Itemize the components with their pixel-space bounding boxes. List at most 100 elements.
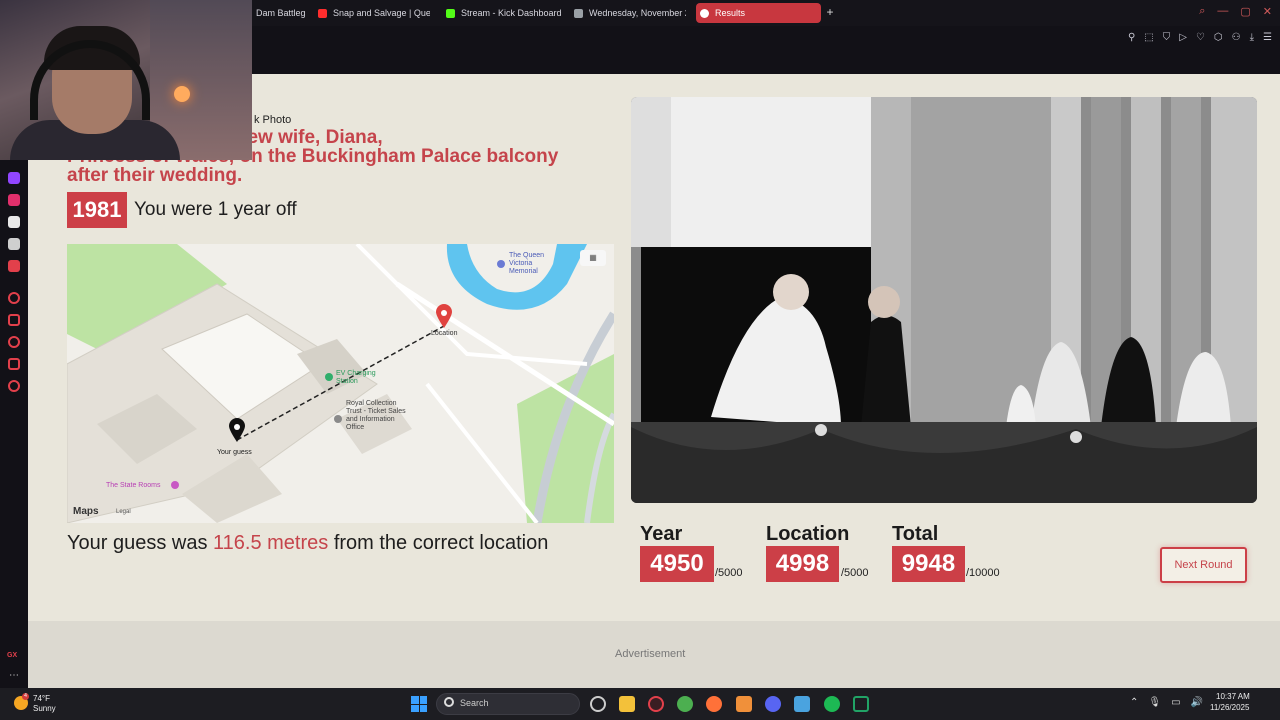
map-label-royal-collection: Royal Collection Trust - Ticket Sales an… bbox=[346, 400, 406, 431]
volume-icon[interactable]: 🔊 bbox=[1191, 697, 1203, 708]
profile-icon[interactable]: ⚇ bbox=[1232, 32, 1241, 43]
youtube-icon[interactable] bbox=[8, 260, 20, 272]
location-score-max: /5000 bbox=[841, 567, 869, 579]
distance-suffix: from the correct location bbox=[328, 532, 549, 554]
menu-icon[interactable]: ☰ bbox=[1263, 32, 1272, 43]
historic-photo bbox=[631, 97, 1257, 503]
app-icon[interactable] bbox=[736, 696, 752, 712]
window-controls: ⌕ — ▢ ✕ bbox=[1199, 5, 1272, 18]
tab-results[interactable]: Results bbox=[696, 3, 821, 23]
x-icon[interactable] bbox=[8, 238, 20, 250]
tab-label: Wednesday, November 2 bbox=[589, 8, 686, 18]
year-score-label: Year bbox=[640, 523, 683, 545]
obs-icon[interactable] bbox=[590, 696, 606, 712]
youtube-icon bbox=[318, 8, 327, 18]
browser-sidebar: GX ⋯ bbox=[0, 160, 28, 688]
search-tabs-icon[interactable]: ⌕ bbox=[1199, 5, 1205, 18]
opera-gx-icon[interactable] bbox=[648, 696, 664, 712]
distance-result: Your guess was 116.5 metres from the cor… bbox=[67, 533, 627, 554]
tab-label: Results bbox=[715, 8, 746, 18]
history-icon[interactable] bbox=[8, 336, 20, 348]
year-score-value: 4950 bbox=[640, 546, 714, 582]
microphone-icon[interactable]: 🎙 bbox=[1148, 697, 1161, 708]
gx-icon[interactable]: GX bbox=[7, 652, 17, 659]
distance-value: 116.5 metres bbox=[213, 532, 329, 554]
chrome-icon[interactable] bbox=[677, 696, 693, 712]
map-label-state-rooms: The State Rooms bbox=[106, 482, 161, 489]
tab-label: Dam Battleg bbox=[256, 8, 306, 18]
apple-maps-logo: Maps bbox=[73, 506, 99, 517]
instagram-icon[interactable] bbox=[8, 194, 20, 206]
tab-snap-and-salvage[interactable]: Snap and Salvage | Ques bbox=[314, 3, 430, 23]
photo-image bbox=[631, 97, 1257, 503]
close-icon[interactable]: ✕ bbox=[1263, 5, 1272, 18]
maximize-icon[interactable]: ▢ bbox=[1240, 5, 1250, 18]
distance-prefix: Your guess was bbox=[67, 532, 214, 554]
download-icon[interactable]: ⤓ bbox=[1250, 32, 1254, 43]
location-score-value: 4998 bbox=[766, 546, 839, 582]
taskbar-date[interactable]: 11/26/2025 bbox=[1210, 703, 1249, 712]
photo-source: k Photo bbox=[254, 114, 292, 126]
caption-line: after their wedding. bbox=[67, 165, 243, 186]
settings-icon[interactable] bbox=[8, 380, 20, 392]
tab-label: Stream - Kick Dashboard bbox=[461, 8, 562, 18]
advertisement-label: Advertisement bbox=[615, 648, 686, 660]
map-label-your-guess: Your guess bbox=[217, 449, 252, 456]
tiktok-icon[interactable] bbox=[8, 216, 20, 228]
tab-kick-dashboard[interactable]: Stream - Kick Dashboard bbox=[442, 3, 562, 23]
weather-temp[interactable]: 74°F bbox=[33, 694, 50, 703]
year-result-text: You were 1 year off bbox=[134, 199, 297, 220]
extensions-icon[interactable]: ⬡ bbox=[1214, 32, 1223, 43]
tab-wednesday-november[interactable]: Wednesday, November 2 bbox=[570, 3, 686, 23]
discord-icon[interactable] bbox=[765, 696, 781, 712]
twitch-icon[interactable] bbox=[8, 172, 20, 184]
spotify-icon[interactable] bbox=[824, 696, 840, 712]
heart-icon[interactable]: ♡ bbox=[1196, 32, 1205, 43]
file-explorer-icon[interactable] bbox=[619, 696, 635, 712]
maps-legal-link[interactable]: Legal bbox=[116, 509, 131, 515]
play-icon[interactable]: ▷ bbox=[1179, 32, 1187, 43]
search-icon bbox=[444, 697, 454, 707]
total-score-max: /10000 bbox=[966, 567, 1000, 579]
pin-icon[interactable] bbox=[8, 314, 20, 326]
windows-taskbar: 4 74°F Sunny Search ⌃ 🎙 ▭ 🔊 10:37 AM 11/… bbox=[0, 688, 1280, 720]
webcam-lamp bbox=[174, 86, 190, 102]
windows-start-icon[interactable] bbox=[411, 696, 427, 712]
correct-year-badge: 1981 bbox=[67, 192, 127, 228]
page-icon bbox=[574, 8, 583, 18]
year-score-max: /5000 bbox=[715, 567, 743, 579]
kick-icon bbox=[446, 8, 455, 18]
total-score-label: Total bbox=[892, 523, 939, 545]
location-score-label: Location bbox=[766, 523, 850, 545]
map-type-button[interactable]: ▦ bbox=[580, 250, 606, 266]
more-icon[interactable]: ⋯ bbox=[9, 670, 19, 681]
map-label-queen-victoria: The Queen Victoria Memorial bbox=[509, 252, 545, 275]
tab-dam-battleg[interactable]: Dam Battleg bbox=[252, 3, 308, 23]
next-round-button[interactable]: Next Round bbox=[1160, 547, 1247, 583]
result-map[interactable]: The Queen Victoria Memorial Location EV … bbox=[67, 244, 614, 523]
system-tray: ⌃ 🎙 ▭ 🔊 bbox=[1130, 697, 1203, 708]
globe-icon bbox=[700, 8, 709, 18]
firefox-icon[interactable] bbox=[706, 696, 722, 712]
snapshot-icon[interactable]: ⬚ bbox=[1144, 32, 1153, 43]
chevron-up-icon[interactable]: ⌃ bbox=[1130, 697, 1138, 708]
player-icon[interactable] bbox=[8, 292, 20, 304]
weather-badge: 4 bbox=[22, 693, 29, 700]
total-score-value: 9948 bbox=[892, 546, 965, 582]
taskbar-time[interactable]: 10:37 AM bbox=[1216, 692, 1250, 701]
map-label-location: Location bbox=[431, 330, 458, 337]
shield-icon[interactable]: ⛉ bbox=[1163, 32, 1171, 43]
toolbar-icons: ⚲ ⬚ ⛉ ▷ ♡ ⬡ ⚇ ⤓ ☰ bbox=[1128, 32, 1272, 43]
pin-icon[interactable]: ⚲ bbox=[1128, 32, 1135, 43]
extensions-icon[interactable] bbox=[8, 358, 20, 370]
new-tab-button[interactable]: + bbox=[824, 6, 836, 18]
network-icon[interactable]: ▭ bbox=[1171, 697, 1180, 708]
taskbar-search-placeholder: Search bbox=[460, 698, 489, 708]
map-label-ev-charging: EV Charging Station bbox=[336, 370, 376, 385]
webcam-overlay bbox=[0, 0, 252, 160]
taskbar-search-box[interactable] bbox=[436, 693, 580, 715]
notepad-icon[interactable] bbox=[794, 696, 810, 712]
weather-desc[interactable]: Sunny bbox=[33, 704, 56, 713]
excel-icon[interactable] bbox=[853, 696, 869, 712]
minimize-icon[interactable]: — bbox=[1217, 5, 1228, 18]
